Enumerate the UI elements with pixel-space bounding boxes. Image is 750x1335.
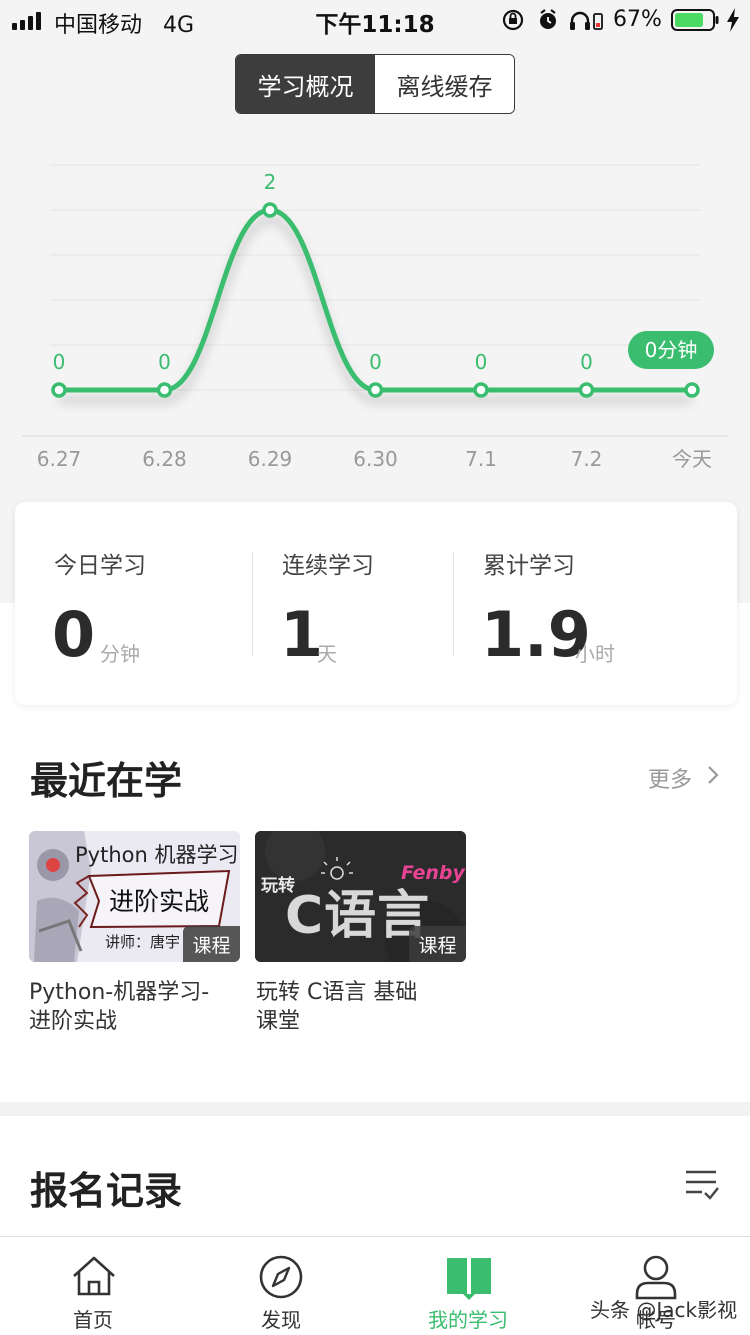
rotation-lock-icon bbox=[502, 9, 524, 31]
stat-total-label: 累计学习 bbox=[483, 553, 575, 579]
data-label: 2 bbox=[264, 170, 277, 194]
stat-streak-label: 连续学习 bbox=[282, 553, 374, 579]
list-check-icon[interactable] bbox=[684, 1168, 720, 1202]
data-point bbox=[51, 382, 67, 398]
stat-divider bbox=[453, 552, 454, 656]
course-title-line: 进阶实战 bbox=[29, 1009, 118, 1034]
segment-control: 学习概况 离线缓存 bbox=[235, 54, 515, 114]
data-label: 0 bbox=[158, 350, 171, 374]
segment-learning-overview[interactable]: 学习概况 bbox=[236, 55, 375, 113]
data-point bbox=[684, 382, 700, 398]
course-thumbnail-c-language[interactable]: 玩转 C语言 Fenby 课程 bbox=[255, 831, 466, 962]
thumb-lecturer: 讲师：唐宇 bbox=[105, 933, 181, 951]
course-tag: 课程 bbox=[409, 926, 466, 962]
battery-icon bbox=[671, 9, 719, 31]
data-point bbox=[578, 382, 595, 398]
alarm-icon bbox=[540, 9, 556, 29]
tab-discover[interactable]: 发现 bbox=[221, 1250, 341, 1332]
tab-my-learning-label: 我的学习 bbox=[428, 1308, 508, 1332]
charging-icon bbox=[727, 8, 739, 32]
chevron-right-icon[interactable] bbox=[706, 764, 720, 786]
data-label: 0 bbox=[580, 350, 593, 374]
x-tick-label: 今天 bbox=[672, 447, 712, 471]
course-tag: 课程 bbox=[183, 926, 240, 962]
stat-streak-unit: 天 bbox=[317, 642, 337, 666]
thumb-brand: Fenby bbox=[401, 862, 465, 884]
watermark: 头条 @Jack影视 bbox=[590, 1298, 738, 1322]
course-title-c-language[interactable]: 玩转 C语言 基础 课堂 bbox=[256, 978, 476, 1036]
stat-divider bbox=[252, 552, 253, 656]
x-tick-label: 6.28 bbox=[142, 447, 187, 471]
small-battery-icon bbox=[593, 13, 603, 30]
segment-offline-cache[interactable]: 离线缓存 bbox=[375, 55, 514, 113]
tab-home-label: 首页 bbox=[73, 1308, 113, 1332]
x-tick-label: 7.1 bbox=[465, 447, 497, 471]
today-value-badge: 0分钟 bbox=[628, 331, 714, 369]
x-tick-label: 6.29 bbox=[248, 447, 293, 471]
data-label: 0 bbox=[369, 350, 382, 374]
stat-total-unit: 小时 bbox=[575, 642, 615, 666]
thumb-banner: 进阶实战 bbox=[109, 887, 210, 916]
course-title-python[interactable]: Python-机器学习- 进阶实战 bbox=[29, 978, 249, 1036]
headphones-icon bbox=[570, 11, 590, 30]
status-icons bbox=[502, 9, 603, 31]
data-label: 0 bbox=[53, 350, 66, 374]
x-tick-label: 6.27 bbox=[37, 447, 82, 471]
course-thumbnail-python[interactable]: Python 机器学习 进阶实战 讲师：唐宇 课程 bbox=[29, 831, 240, 962]
data-point bbox=[367, 382, 384, 398]
stat-today-label: 今日学习 bbox=[54, 553, 146, 579]
compass-icon bbox=[259, 1255, 303, 1299]
data-point bbox=[262, 202, 278, 218]
course-title-line: Python-机器学习- bbox=[29, 980, 210, 1005]
tab-discover-label: 发现 bbox=[261, 1308, 301, 1332]
records-section-title: 报名记录 bbox=[30, 1169, 183, 1213]
x-tick-label: 7.2 bbox=[571, 447, 603, 471]
stat-today-unit: 分钟 bbox=[100, 642, 140, 666]
tab-home[interactable]: 首页 bbox=[33, 1250, 153, 1332]
battery-percentage: 67% bbox=[613, 7, 662, 32]
section-divider bbox=[0, 1102, 750, 1116]
stats-card bbox=[15, 502, 737, 705]
course-title-line: 课堂 bbox=[256, 1009, 301, 1034]
book-icon bbox=[447, 1258, 491, 1300]
course-title-line: 玩转 C语言 基础 bbox=[256, 980, 418, 1005]
x-tick-label: 6.30 bbox=[353, 447, 398, 471]
home-icon bbox=[73, 1256, 115, 1296]
recent-section-title: 最近在学 bbox=[30, 759, 183, 803]
tab-my-learning[interactable]: 我的学习 bbox=[408, 1250, 528, 1332]
study-time-chart: 0 0 2 0 0 0 0分钟 6.27 6.28 6.29 6.30 7.1 7.2 今天 bbox=[22, 164, 728, 471]
thumb-heading: Python 机器学习 bbox=[75, 843, 239, 867]
more-link[interactable]: 更多 bbox=[648, 762, 692, 794]
data-label: 0 bbox=[475, 350, 488, 374]
data-label: 0分钟 bbox=[645, 338, 698, 362]
stat-today-value: 0 bbox=[52, 598, 96, 671]
data-point bbox=[156, 382, 173, 398]
data-point bbox=[473, 382, 489, 398]
